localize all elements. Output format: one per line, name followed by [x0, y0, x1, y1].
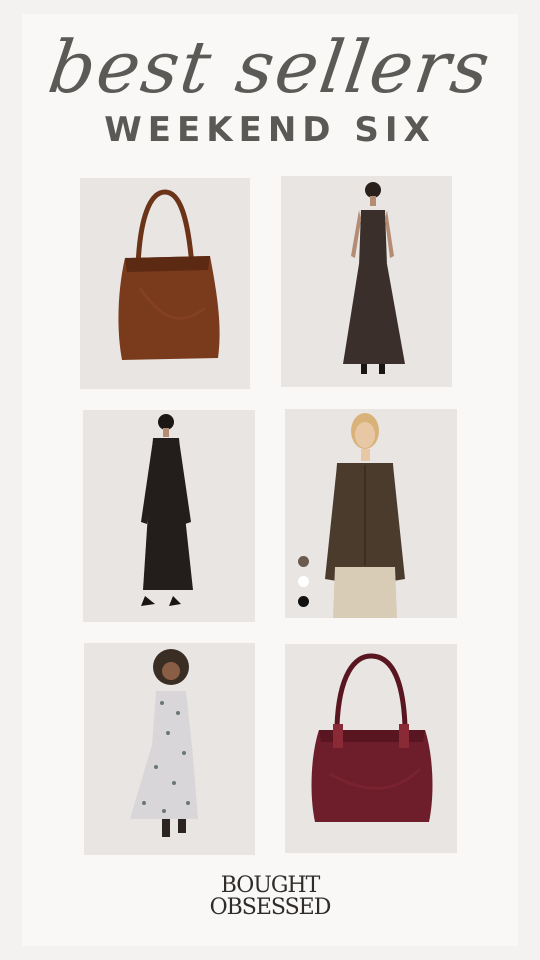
handbag-icon	[311, 653, 433, 822]
dress-icon	[343, 182, 405, 374]
product-tile-sleeveless-dress[interactable]	[281, 176, 452, 387]
product-tile-black-dress[interactable]	[83, 410, 255, 622]
dress-icon	[130, 649, 198, 837]
dress-icon	[141, 414, 193, 606]
product-tile-burgundy-bag[interactable]	[285, 644, 457, 853]
logo-line-2-text: OBSESSED	[209, 895, 332, 920]
swatch-black[interactable]	[298, 596, 309, 607]
brand-logo: BOUGHT OBSESSED	[0, 873, 540, 921]
logo-line-1: BOUGHT	[220, 873, 321, 898]
logo-line-2: OBSESSED	[201, 895, 341, 921]
swatch-white[interactable]	[298, 576, 309, 587]
tote-bag-icon	[118, 189, 220, 360]
page-title: best sellers	[43, 25, 497, 109]
color-swatches	[298, 556, 312, 616]
product-tile-suede-tote[interactable]	[80, 178, 250, 389]
product-tile-floral-dress[interactable]	[84, 643, 255, 855]
page-subtitle: WEEKEND SIX	[104, 110, 436, 150]
swatch-brown[interactable]	[298, 556, 309, 567]
